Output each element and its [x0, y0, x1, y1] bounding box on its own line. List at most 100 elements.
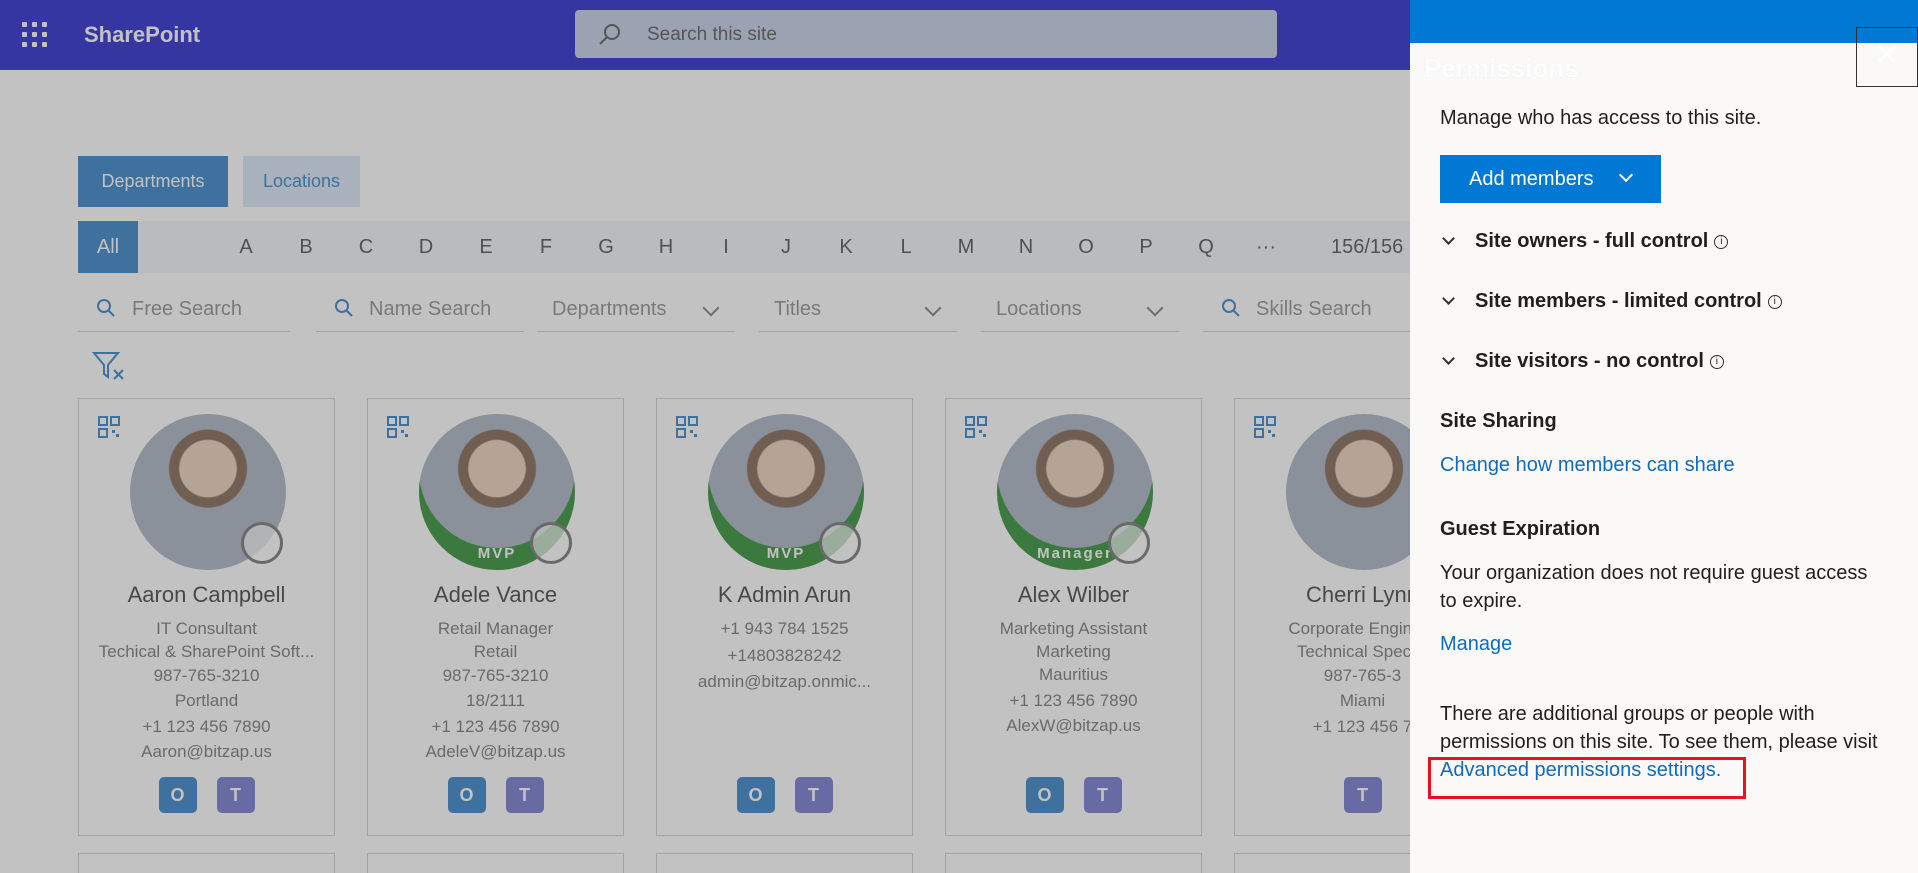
- outlook-icon[interactable]: O: [447, 777, 486, 813]
- site-sharing-heading: Site Sharing: [1440, 410, 1557, 432]
- letter-i[interactable]: I: [706, 221, 746, 273]
- email[interactable]: AdeleV@bitzap.us: [368, 742, 623, 762]
- departments-dropdown[interactable]: Departments: [537, 284, 735, 332]
- letter-j[interactable]: J: [766, 221, 806, 273]
- letter-q[interactable]: Q: [1186, 221, 1226, 273]
- person-name: Alex Wilber: [1017, 582, 1130, 607]
- qr-code-icon[interactable]: [98, 416, 120, 438]
- presence-status-icon: [1108, 522, 1150, 564]
- outlook-icon[interactable]: O: [158, 777, 197, 813]
- info-icon[interactable]: i: [1767, 295, 1782, 309]
- app-launcher-icon[interactable]: [22, 22, 48, 48]
- skills-search-input[interactable]: Skills Search: [1203, 284, 1410, 332]
- clear-filter-icon[interactable]: [92, 350, 126, 382]
- mobile-phone[interactable]: 987-765-3210: [368, 666, 623, 686]
- tab-departments[interactable]: Departments: [78, 156, 228, 207]
- locations-dropdown[interactable]: Locations: [981, 284, 1179, 332]
- search-icon: [97, 299, 115, 317]
- qr-code-icon[interactable]: [965, 416, 987, 438]
- search-icon: [599, 24, 620, 45]
- letter-all[interactable]: All: [78, 221, 138, 273]
- teams-icon[interactable]: T: [216, 777, 255, 813]
- office-location: Mauritius: [1039, 665, 1108, 684]
- letter-h[interactable]: H: [646, 221, 686, 273]
- teams-icon[interactable]: T: [1083, 777, 1122, 813]
- add-members-button[interactable]: Add members: [1440, 155, 1661, 203]
- profile-card[interactable]: MVP K Admin Arun +1 943 784 1525 +148038…: [656, 398, 913, 836]
- letter-k[interactable]: K: [826, 221, 866, 273]
- mobile-phone[interactable]: 987-765-3210: [79, 666, 334, 686]
- presence-status-icon: [241, 522, 283, 564]
- info-icon[interactable]: i: [1714, 235, 1729, 249]
- email[interactable]: AlexW@bitzap.us: [946, 716, 1201, 736]
- manage-link[interactable]: Manage: [1440, 633, 1512, 656]
- business-phone[interactable]: +1 123 456 7890: [368, 717, 623, 737]
- chevron-down-icon: [702, 299, 720, 317]
- app-name[interactable]: SharePoint: [84, 22, 200, 48]
- directory-page: Departments Locations All A B C D E F G …: [0, 70, 1491, 873]
- letter-c[interactable]: C: [346, 221, 386, 273]
- qr-code-icon[interactable]: [1254, 416, 1276, 438]
- group-site-owners[interactable]: Site owners - full control i: [1440, 230, 1729, 253]
- letter-p[interactable]: P: [1126, 221, 1166, 273]
- info-icon[interactable]: i: [1709, 355, 1724, 369]
- profile-card[interactable]: [656, 853, 913, 873]
- business-phone[interactable]: +1 123 456 7890: [946, 691, 1201, 711]
- letter-m[interactable]: M: [946, 221, 986, 273]
- group-label: Site members - limited control: [1475, 290, 1762, 312]
- free-search-input[interactable]: Free Search: [78, 284, 290, 332]
- titles-dropdown[interactable]: Titles: [759, 284, 957, 332]
- business-phone[interactable]: +14803828242: [657, 646, 912, 666]
- qr-code-icon[interactable]: [387, 416, 409, 438]
- letter-b[interactable]: B: [286, 221, 326, 273]
- letter-g[interactable]: G: [586, 221, 626, 273]
- presence-status-icon: [819, 522, 861, 564]
- additional-text-2: permissions on this site. To see them, p…: [1440, 731, 1878, 753]
- close-icon[interactable]: ✕: [1856, 27, 1918, 87]
- outlook-icon[interactable]: O: [736, 777, 775, 813]
- chevron-down-icon: [924, 299, 942, 317]
- group-site-visitors[interactable]: Site visitors - no control i: [1440, 350, 1724, 373]
- highlight-box: [1428, 757, 1746, 799]
- name-search-input[interactable]: Name Search: [316, 284, 524, 332]
- letter-o[interactable]: O: [1066, 221, 1106, 273]
- letter-l[interactable]: L: [886, 221, 926, 273]
- panel-intro: Manage who has access to this site.: [1440, 107, 1762, 129]
- panel-title: Permissions: [1424, 53, 1579, 83]
- group-site-members[interactable]: Site members - limited control i: [1440, 290, 1782, 313]
- more-letters-icon[interactable]: ···: [1246, 221, 1286, 273]
- guest-expiration-text-1: Your organization does not require guest…: [1440, 562, 1868, 584]
- profile-card[interactable]: Manager Alex Wilber Marketing Assistant …: [945, 398, 1202, 836]
- teams-icon[interactable]: T: [505, 777, 544, 813]
- name-search-placeholder: Name Search: [369, 298, 492, 320]
- letter-e[interactable]: E: [466, 221, 506, 273]
- presence-status-icon: [530, 522, 572, 564]
- guest-expiration-heading: Guest Expiration: [1440, 518, 1601, 540]
- search-icon: [1222, 299, 1240, 317]
- job-title: Retail Manager: [437, 619, 554, 638]
- profile-card[interactable]: Aaron Campbell IT Consultant Techical & …: [78, 398, 335, 836]
- person-name: Aaron Campbell: [127, 582, 286, 607]
- mobile-phone[interactable]: +1 943 784 1525: [657, 619, 912, 639]
- profile-card[interactable]: [78, 853, 335, 873]
- teams-icon[interactable]: T: [794, 777, 833, 813]
- change-sharing-link[interactable]: Change how members can share: [1440, 454, 1735, 477]
- profile-card[interactable]: [367, 853, 624, 873]
- letter-n[interactable]: N: [1006, 221, 1046, 273]
- profile-card[interactable]: [945, 853, 1202, 873]
- email[interactable]: admin@bitzap.onmic...: [657, 672, 912, 692]
- site-search-input[interactable]: Search this site: [575, 10, 1277, 58]
- outlook-icon[interactable]: O: [1025, 777, 1064, 813]
- letter-f[interactable]: F: [526, 221, 566, 273]
- qr-code-icon[interactable]: [676, 416, 698, 438]
- profile-card[interactable]: MVP Adele Vance Retail Manager Retail 98…: [367, 398, 624, 836]
- teams-icon[interactable]: T: [1343, 777, 1382, 813]
- chevron-down-icon: [1618, 167, 1634, 183]
- business-phone[interactable]: +1 123 456 7890: [79, 717, 334, 737]
- search-placeholder: Search this site: [647, 24, 777, 45]
- email[interactable]: Aaron@bitzap.us: [79, 742, 334, 762]
- letter-d[interactable]: D: [406, 221, 446, 273]
- letter-a[interactable]: A: [226, 221, 266, 273]
- tab-locations[interactable]: Locations: [243, 156, 360, 207]
- result-count: 156/156: [1331, 236, 1404, 258]
